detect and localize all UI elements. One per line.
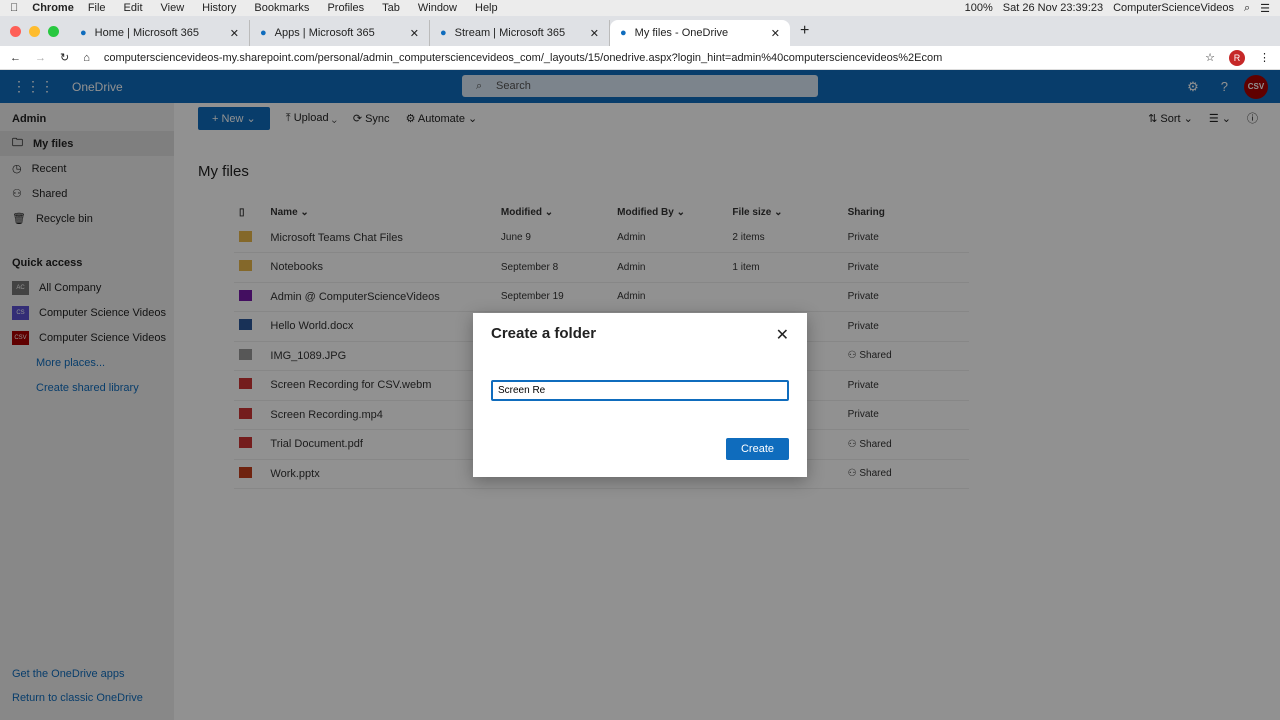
profile-avatar[interactable]: R [1229,49,1245,66]
menu-window[interactable]: Window [418,2,457,14]
minimize-button[interactable] [29,26,40,37]
battery: 100% [964,1,993,14]
menu-view[interactable]: View [161,2,185,14]
create-button[interactable]: Create [726,438,789,460]
browser-tab[interactable]: ● Home | Microsoft 365 ✕ [70,20,250,46]
star-icon[interactable]: ☆ [1205,51,1215,64]
address-bar: ← → ↻ ⌂ computersciencevideos-my.sharepoint… [0,46,1280,70]
dialog-title: Create a folder [491,325,597,342]
create-folder-dialog: Create a folder ✕ Create [473,313,807,477]
apple-icon[interactable]:  [10,2,18,14]
menu-history[interactable]: History [202,2,236,14]
list-icon[interactable]: ☰ [1260,2,1270,15]
onedrive-icon: ● [620,27,627,39]
home-icon[interactable]: ⌂ [83,52,90,64]
menu-app[interactable]: Chrome [32,2,74,14]
maximize-button[interactable] [48,26,59,37]
menu-tab[interactable]: Tab [382,2,400,14]
tab-bar: ● Home | Microsoft 365 ✕ ● Apps | Microsoft … [0,16,1280,46]
menu-user[interactable]: ComputerScienceVideos [1113,2,1234,15]
url-field[interactable]: computersciencevideos-my.sharepoint.com/… [104,52,1191,64]
browser-tab[interactable]: ● Apps | Microsoft 365 ✕ [250,20,430,46]
search-icon[interactable]: ⌕ [1244,2,1250,15]
tab-title: My files - OneDrive [634,27,729,39]
m365-icon: ● [80,27,87,39]
more-icon[interactable]: ⋮ [1259,51,1270,64]
modal-backdrop-header [0,70,1280,103]
close-window-button[interactable] [10,26,21,37]
tab-title: Stream | Microsoft 365 [454,27,566,39]
close-tab-icon[interactable]: ✕ [590,27,599,40]
m365-icon: ● [260,27,267,39]
menu-profiles[interactable]: Profiles [327,2,364,14]
forward-icon[interactable]: → [35,52,46,64]
reload-icon[interactable]: ↻ [60,51,69,64]
close-icon[interactable]: ✕ [776,325,789,345]
back-icon[interactable]: ← [10,52,21,64]
menu-bookmarks[interactable]: Bookmarks [254,2,309,14]
close-tab-icon[interactable]: ✕ [230,27,239,40]
m365-icon: ● [440,27,447,39]
browser-tab[interactable]: ● Stream | Microsoft 365 ✕ [430,20,610,46]
tab-title: Home | Microsoft 365 [94,27,199,39]
close-tab-icon[interactable]: ✕ [410,27,419,40]
new-tab-button[interactable]: + [790,22,819,46]
folder-name-input[interactable] [491,380,789,401]
browser-tab[interactable]: ● My files - OneDrive ✕ [610,20,790,46]
menu-edit[interactable]: Edit [124,2,143,14]
mac-menubar:  Chrome File Edit View History Bookmarks Pro… [0,0,1280,16]
menu-help[interactable]: Help [475,2,498,14]
close-tab-icon[interactable]: ✕ [771,27,780,40]
clock: Sat 26 Nov 23:39:23 [1002,1,1104,14]
tab-title: Apps | Microsoft 365 [274,27,375,39]
menu-file[interactable]: File [88,2,106,14]
